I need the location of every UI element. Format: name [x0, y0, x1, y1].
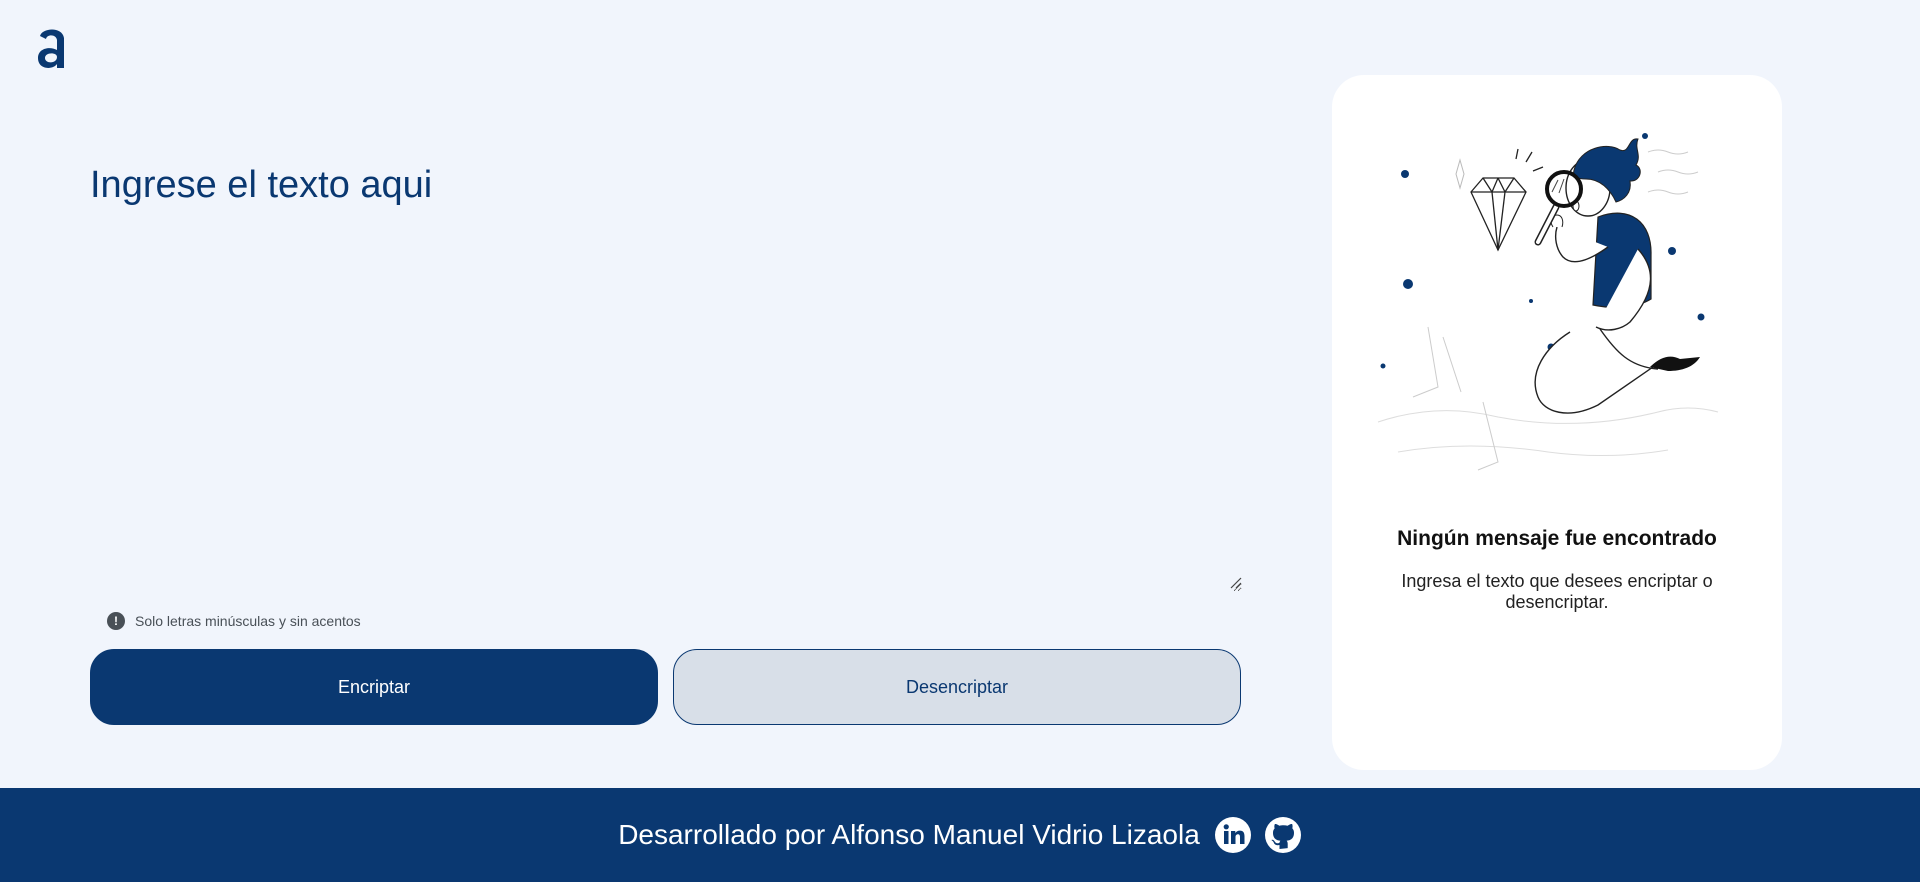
linkedin-icon[interactable]: [1214, 816, 1252, 854]
output-panel: Ningún mensaje fue encontrado Ingresa el…: [1332, 75, 1782, 770]
footer-text: Desarrollado por Alfonso Manuel Vidrio L…: [618, 819, 1200, 850]
logo-icon: [38, 29, 64, 68]
encrypt-button[interactable]: Encriptar: [90, 649, 658, 725]
panel-title: Ningún mensaje fue encontrado: [1397, 527, 1717, 550]
decrypt-button[interactable]: Desencriptar: [673, 649, 1241, 725]
hint-text: Solo letras minúsculas y sin acentos: [135, 613, 361, 629]
resize-handle-icon[interactable]: [1228, 575, 1242, 589]
text-input[interactable]: [90, 140, 1242, 592]
exclamation-circle-icon: !: [107, 612, 125, 630]
panel-text: Ingresa el texto que desees encriptar o …: [1401, 571, 1713, 612]
github-icon[interactable]: [1264, 816, 1302, 854]
hint: ! Solo letras minúsculas y sin acentos: [107, 611, 361, 631]
search-illustration-icon: [1377, 133, 1719, 471]
footer: Desarrollado por Alfonso Manuel Vidrio L…: [0, 788, 1920, 882]
